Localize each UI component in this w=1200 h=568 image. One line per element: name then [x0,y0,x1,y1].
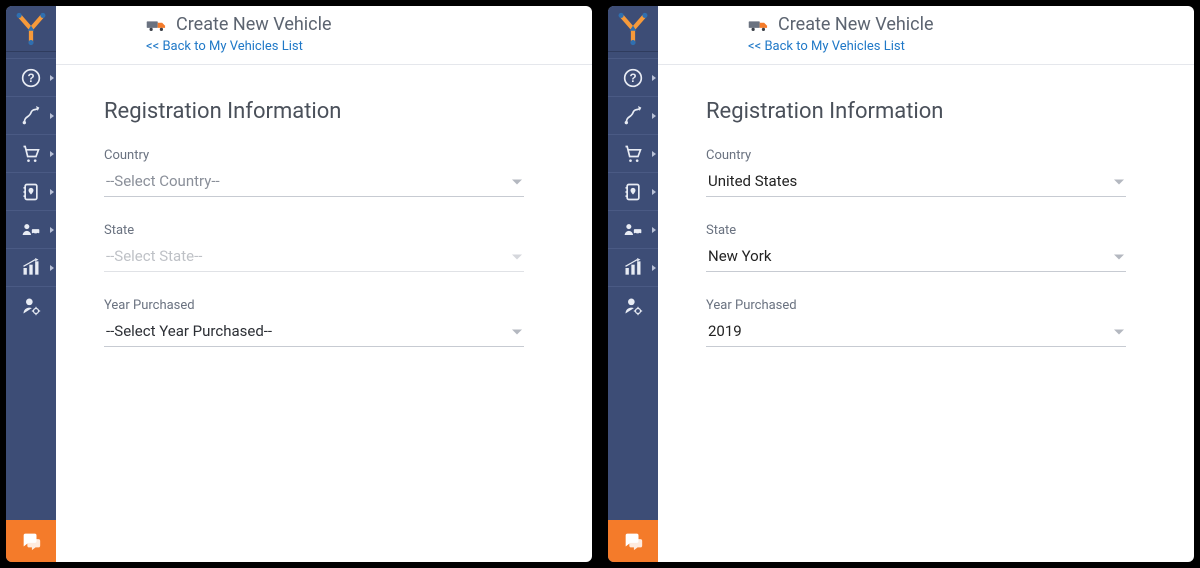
chat-button[interactable] [6,520,56,562]
address-book-icon [623,182,643,202]
page-title: Create New Vehicle [778,14,934,35]
page-title-row: Create New Vehicle [146,14,572,35]
help-icon: ? [21,68,41,88]
chevron-down-icon [512,179,522,184]
users-vehicle-icon [623,220,643,240]
app-logo[interactable] [6,6,56,52]
sidebar-item-addresses[interactable] [6,172,56,210]
year-select[interactable]: --Select Year Purchased-- [104,317,524,347]
country-select[interactable]: --Select Country-- [104,167,524,197]
app-logo[interactable] [608,6,658,52]
cart-icon [623,144,643,164]
panel-before: ? [6,6,592,562]
sidebar-item-analytics[interactable] [6,248,56,286]
user-settings-icon [623,296,643,316]
year-label: Year Purchased [706,298,1126,313]
main-right: Create New Vehicle << Back to My Vehicle… [658,6,1194,562]
state-select: --Select State-- [104,242,524,272]
chevron-down-icon [512,254,522,259]
sidebar-item-routes[interactable] [608,96,658,134]
truck-icon [146,17,168,33]
address-book-icon [21,182,41,202]
sidebar-item-addresses[interactable] [608,172,658,210]
form-content: Registration Information Country United … [658,65,1194,407]
chevron-down-icon [1114,254,1124,259]
panel-after: ? [608,6,1194,562]
section-title: Registration Information [706,99,1146,124]
state-select[interactable]: New York [706,242,1126,272]
field-year: Year Purchased 2019 [706,298,1126,347]
sidebar-item-help[interactable]: ? [6,58,56,96]
field-country: Country --Select Country-- [104,148,524,197]
page-header: Create New Vehicle << Back to My Vehicle… [658,6,1194,65]
country-value: United States [708,172,797,190]
chat-button[interactable] [608,520,658,562]
field-year: Year Purchased --Select Year Purchased-- [104,298,524,347]
page-title-row: Create New Vehicle [748,14,1174,35]
chevron-down-icon [512,329,522,334]
chevron-down-icon [1114,329,1124,334]
truck-icon [748,17,770,33]
year-label: Year Purchased [104,298,524,313]
sidebar-item-orders[interactable] [608,134,658,172]
sidebar-item-fleet[interactable] [6,210,56,248]
state-label: State [104,223,524,238]
routes-icon [21,106,41,126]
sidebar-item-help[interactable]: ? [608,58,658,96]
chevron-down-icon [1114,179,1124,184]
sidebar-item-fleet[interactable] [608,210,658,248]
route-y-logo-icon [616,12,650,46]
state-value: --Select State-- [106,247,202,265]
back-link[interactable]: << Back to My Vehicles List [146,39,303,54]
page-title: Create New Vehicle [176,14,332,35]
country-value: --Select Country-- [106,172,220,190]
user-settings-icon [21,296,41,316]
form-content: Registration Information Country --Selec… [56,65,592,407]
svg-text:?: ? [629,72,636,85]
sidebar-item-user-settings[interactable] [608,286,658,324]
svg-text:?: ? [27,72,34,85]
sidebar-item-analytics[interactable] [608,248,658,286]
analytics-icon [21,258,41,278]
field-state: State New York [706,223,1126,272]
year-value: --Select Year Purchased-- [106,322,272,340]
users-vehicle-icon [21,220,41,240]
help-icon: ? [623,68,643,88]
sidebar-item-routes[interactable] [6,96,56,134]
sidebar-item-orders[interactable] [6,134,56,172]
sidebar-nav: ? [608,52,658,324]
analytics-icon [623,258,643,278]
routes-icon [623,106,643,126]
sidebar: ? [608,6,658,562]
field-country: Country United States [706,148,1126,197]
year-value: 2019 [708,322,742,340]
cart-icon [21,144,41,164]
country-label: Country [706,148,1126,163]
chat-icon [622,530,644,552]
state-label: State [706,223,1126,238]
state-value: New York [708,247,771,265]
country-select[interactable]: United States [706,167,1126,197]
section-title: Registration Information [104,99,544,124]
route-y-logo-icon [14,12,48,46]
sidebar: ? [6,6,56,562]
page-header: Create New Vehicle << Back to My Vehicle… [56,6,592,65]
sidebar-nav: ? [6,52,56,324]
chat-icon [20,530,42,552]
year-select[interactable]: 2019 [706,317,1126,347]
field-state: State --Select State-- [104,223,524,272]
country-label: Country [104,148,524,163]
sidebar-item-user-settings[interactable] [6,286,56,324]
back-link[interactable]: << Back to My Vehicles List [748,39,905,54]
main-left: Create New Vehicle << Back to My Vehicle… [56,6,592,562]
